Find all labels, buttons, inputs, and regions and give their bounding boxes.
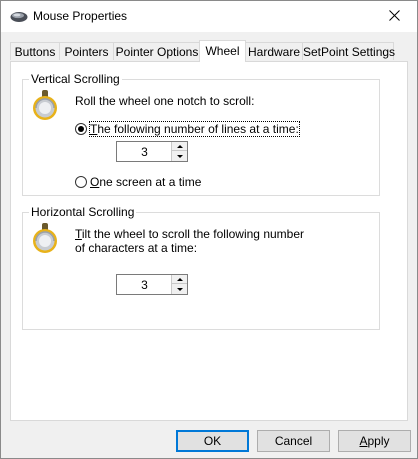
apply-button[interactable]: Apply: [338, 430, 411, 452]
tab-pointer-options[interactable]: Pointer Options: [113, 42, 201, 60]
lines-up-button[interactable]: [171, 142, 187, 151]
triangle-up-icon: [176, 144, 183, 148]
triangle-down-icon: [176, 154, 183, 158]
one-screen-label[interactable]: One screen at a time: [90, 175, 201, 189]
mouse-icon: [10, 11, 28, 23]
window-title: Mouse Properties: [33, 9, 128, 23]
characters-spinner-buttons: [171, 275, 187, 294]
vertical-scrolling-group: Vertical Scrolling Roll the wheel one no…: [22, 72, 380, 196]
triangle-down-icon: [176, 287, 183, 291]
wheel-tab-panel: Vertical Scrolling Roll the wheel one no…: [10, 61, 408, 421]
lines-at-a-time-radio[interactable]: [75, 123, 87, 135]
lines-spinner[interactable]: [116, 141, 188, 162]
characters-spinner[interactable]: [116, 274, 188, 295]
lines-input[interactable]: [117, 142, 172, 161]
close-button[interactable]: [372, 1, 417, 32]
tab-hardware[interactable]: Hardware: [245, 42, 303, 60]
one-screen-radio[interactable]: [75, 176, 87, 188]
title-bar: Mouse Properties: [1, 1, 417, 32]
characters-input[interactable]: [117, 275, 172, 294]
characters-up-button[interactable]: [171, 275, 187, 284]
horizontal-scrolling-group: Horizontal Scrolling Tilt the wheel to s…: [22, 205, 380, 330]
horizontal-scrolling-legend: Horizontal Scrolling: [29, 205, 137, 219]
characters-down-button[interactable]: [171, 284, 187, 294]
triangle-up-icon: [176, 277, 183, 281]
close-icon: [389, 9, 400, 24]
cancel-button[interactable]: Cancel: [257, 430, 330, 452]
tab-wheel[interactable]: Wheel: [199, 40, 246, 62]
scroll-wheel-icon: [31, 222, 59, 254]
vertical-intro-text: Roll the wheel one notch to scroll:: [75, 94, 255, 108]
lines-spinner-buttons: [171, 142, 187, 161]
horizontal-text-line-2: of characters at a time:: [75, 241, 198, 255]
tab-pointers[interactable]: Pointers: [59, 42, 114, 60]
ok-button[interactable]: OK: [176, 430, 249, 452]
lines-down-button[interactable]: [171, 151, 187, 161]
tab-strip: Buttons Pointers Pointer Options Wheel H…: [10, 40, 408, 62]
horizontal-text-line-1: Tilt the wheel to scroll the following n…: [75, 227, 305, 241]
vertical-scrolling-legend: Vertical Scrolling: [29, 72, 122, 86]
scroll-wheel-icon: [31, 89, 59, 121]
lines-at-a-time-label[interactable]: The following number of lines at a time:: [89, 121, 300, 137]
tab-setpoint-settings[interactable]: SetPoint Settings: [302, 42, 395, 60]
tab-buttons[interactable]: Buttons: [10, 42, 60, 60]
mouse-properties-window: Mouse Properties Buttons Pointers Pointe…: [0, 0, 418, 459]
